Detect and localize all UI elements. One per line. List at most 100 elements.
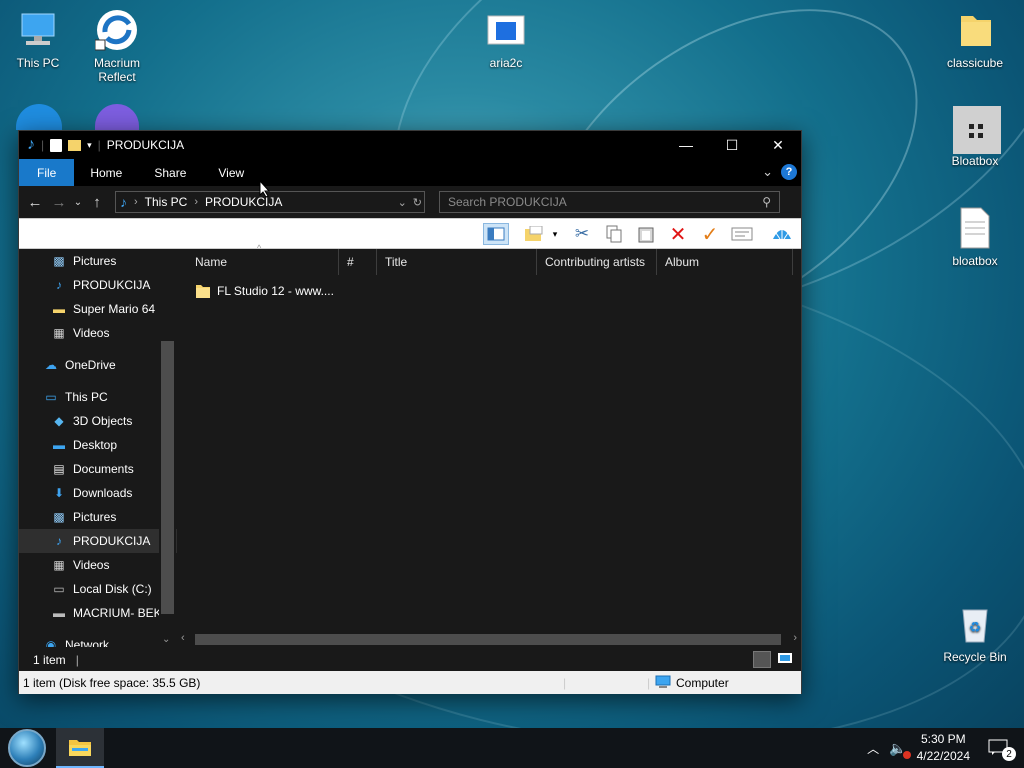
nav-item[interactable]: ◉ Network: [19, 633, 177, 647]
horizontal-scrollbar[interactable]: ‹ ›: [177, 631, 801, 648]
nav-item[interactable]: ▭ This PC: [19, 385, 177, 409]
nav-item[interactable]: ▬ Super Mario 64 (: [19, 297, 177, 321]
desktop-icon-this-pc[interactable]: This PC: [0, 8, 76, 70]
search-input[interactable]: Search PRODUKCIJA ⚲: [439, 191, 780, 213]
edge-icon[interactable]: [16, 104, 62, 130]
nav-item[interactable]: ▤ Documents: [19, 457, 177, 481]
paste-icon[interactable]: [633, 223, 659, 245]
nav-item[interactable]: ☁ OneDrive: [19, 353, 177, 377]
text-file-icon: [953, 206, 997, 250]
new-folder-icon[interactable]: [68, 139, 82, 151]
nav-item[interactable]: ▭ Local Disk (C:): [19, 577, 177, 601]
cut-icon[interactable]: ✂: [569, 223, 595, 245]
properties-icon[interactable]: [50, 138, 63, 152]
details-view-icon[interactable]: [753, 651, 771, 668]
nav-item-label: PRODUKCIJA: [73, 534, 151, 548]
desktop-icon-aria2c[interactable]: aria2c: [468, 8, 544, 70]
nav-item[interactable]: ▬ MACRIUM- BEK: [19, 601, 177, 625]
viber-icon[interactable]: [95, 104, 139, 130]
nav-item-label: Local Disk (C:): [73, 582, 152, 596]
nav-item[interactable]: ▩Pictures📌: [19, 249, 177, 273]
pictures-icon: ▩: [53, 254, 65, 268]
desktop-icon-bloatbox[interactable]: Bloatbox: [937, 106, 1013, 168]
properties-card-icon[interactable]: [729, 223, 755, 245]
desktop-icon-classicube[interactable]: classicube: [937, 8, 1013, 70]
clock[interactable]: 5:30 PM 4/22/2024: [917, 731, 970, 765]
pc-icon: [16, 8, 60, 52]
notification-badge: 2: [1002, 747, 1016, 761]
music-icon: ♪: [56, 278, 62, 292]
explorer-window: ♪ | ▾ | PRODUKCIJA — ☐ ✕ File Home Share…: [18, 130, 802, 694]
mouse-cursor-icon: [259, 180, 271, 198]
nav-item-label: Videos: [73, 558, 110, 572]
application-icon: [484, 8, 528, 52]
desktop-icon-bloatbox-file[interactable]: bloatbox: [937, 206, 1013, 268]
nav-item[interactable]: ◆ 3D Objects: [19, 409, 177, 433]
pc-icon: ▭: [45, 390, 57, 404]
rename-check-icon[interactable]: ✓: [697, 223, 723, 246]
tab-share[interactable]: Share: [138, 159, 202, 186]
volume-muted-icon[interactable]: 🔈: [889, 740, 911, 759]
cube-icon: ◆: [54, 414, 64, 428]
forward-button[interactable]: →: [47, 190, 71, 214]
bloatbox-icon: [953, 106, 1001, 154]
address-dropdown-icon[interactable]: ⌄: [398, 196, 407, 209]
nav-item[interactable]: ▬ Desktop: [19, 433, 177, 457]
large-icons-view-icon[interactable]: [777, 651, 795, 668]
svg-text:♻: ♻: [969, 619, 982, 635]
horizontal-scrollbar-thumb[interactable]: [195, 634, 781, 645]
folder-icon: ▬: [53, 302, 65, 316]
start-button[interactable]: [8, 729, 46, 767]
preview-pane-icon[interactable]: [483, 223, 509, 245]
column-album[interactable]: Album: [657, 249, 793, 275]
nav-item-label: Pictures: [73, 254, 117, 268]
scroll-down-icon[interactable]: ⌄: [162, 634, 170, 645]
scroll-right-icon[interactable]: ›: [793, 632, 797, 644]
show-hidden-icons-icon[interactable]: ︿: [867, 740, 879, 757]
item-count: 1 item: [33, 652, 66, 667]
dropdown-arrow-icon[interactable]: ▾: [549, 223, 561, 245]
tab-file[interactable]: File: [19, 159, 75, 186]
copy-icon[interactable]: [601, 223, 627, 245]
nav-scrollbar-thumb[interactable]: [161, 341, 174, 614]
nav-item[interactable]: ♪ PRODUKCIJA: [19, 529, 177, 553]
nav-item[interactable]: ♪PRODUKCIJA📌: [19, 273, 177, 297]
nav-item[interactable]: ▦ Videos: [19, 553, 177, 577]
scroll-left-icon[interactable]: ‹: [181, 632, 185, 644]
nav-item[interactable]: ▩ Pictures: [19, 505, 177, 529]
back-button[interactable]: ←: [23, 190, 47, 214]
breadcrumb-this-pc[interactable]: This PC: [145, 195, 188, 209]
desktop-icon-recycle-bin[interactable]: ♻ Recycle Bin: [937, 602, 1013, 664]
column-name[interactable]: Name: [187, 249, 339, 275]
desktop-icon-macrium[interactable]: Macrium Reflect: [79, 8, 155, 84]
tab-view[interactable]: View: [202, 159, 260, 186]
desktop-icon: ▬: [53, 438, 65, 452]
nav-item-label: Pictures: [73, 510, 117, 524]
up-button[interactable]: ↑: [85, 190, 109, 214]
title-bar[interactable]: ♪ | ▾ | PRODUKCIJA — ☐ ✕: [19, 131, 801, 159]
delete-icon[interactable]: ✕: [665, 223, 691, 246]
help-icon[interactable]: ?: [781, 164, 797, 180]
taskbar-file-explorer[interactable]: [56, 728, 104, 768]
nav-item[interactable]: ⬇ Downloads: [19, 481, 177, 505]
nav-item-label: OneDrive: [65, 358, 116, 372]
nav-item-label: This PC: [65, 390, 108, 404]
clock-time: 5:30 PM: [920, 732, 966, 746]
action-center-button[interactable]: 2: [988, 739, 1016, 761]
column-title[interactable]: Title: [377, 249, 537, 275]
tab-home[interactable]: Home: [74, 159, 138, 186]
shell-icon[interactable]: [769, 223, 795, 245]
expand-ribbon-icon[interactable]: ⌄: [762, 164, 773, 180]
system-tray: ︿ 🔈 5:30 PM 4/22/2024 2: [867, 728, 1024, 768]
minimize-button[interactable]: —: [663, 131, 709, 159]
folder-options-icon[interactable]: [521, 223, 547, 245]
column-number[interactable]: #: [339, 249, 377, 275]
column-contributing-artists[interactable]: Contributing artists: [537, 249, 657, 275]
maximize-button[interactable]: ☐: [709, 131, 755, 159]
refresh-icon[interactable]: ↻: [413, 196, 422, 209]
recent-locations-icon[interactable]: ⌄: [71, 190, 85, 214]
customize-qat-icon[interactable]: ▾: [87, 140, 92, 151]
close-button[interactable]: ✕: [755, 131, 801, 159]
list-item[interactable]: FL Studio 12 - www....: [195, 283, 334, 299]
nav-item[interactable]: ▦ Videos: [19, 321, 177, 345]
